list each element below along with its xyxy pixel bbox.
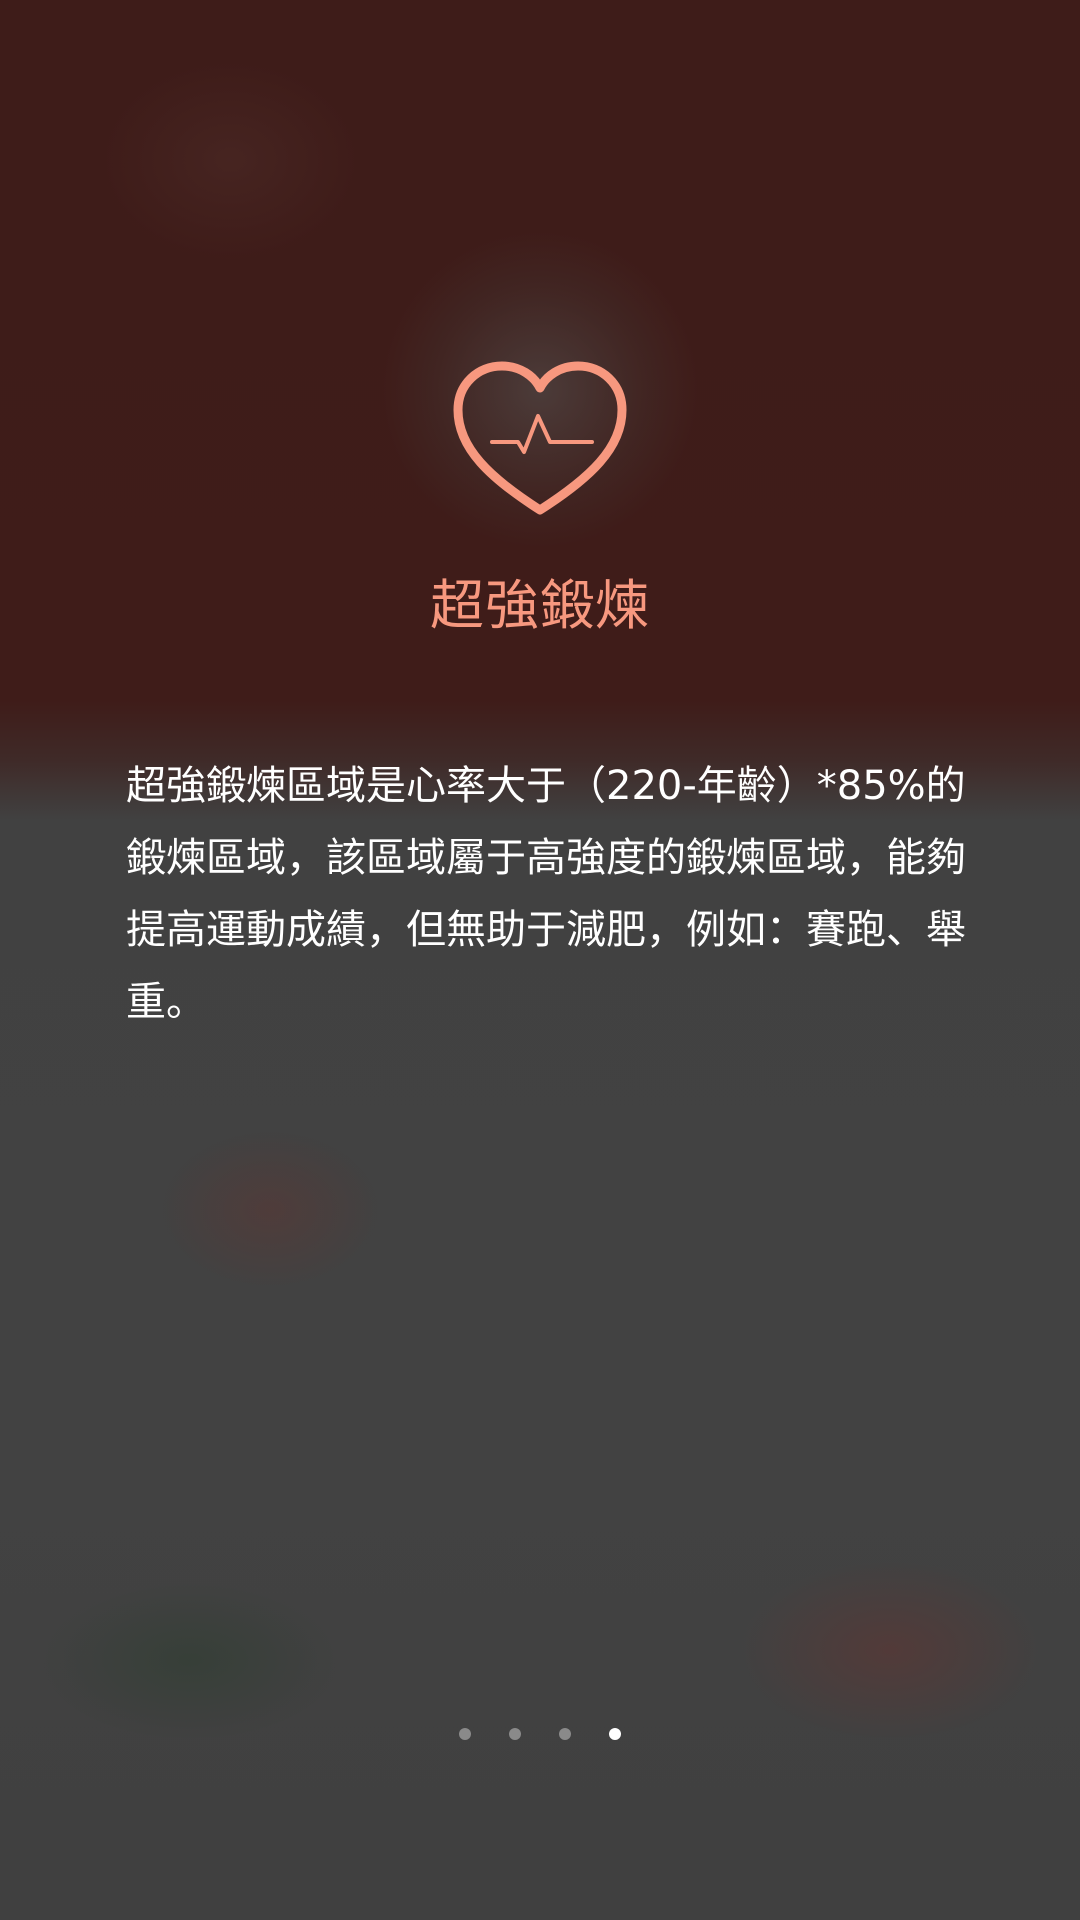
page-dot-1[interactable] [459,1728,471,1740]
page-dot-2[interactable] [509,1728,521,1740]
background-blur [100,60,360,260]
page-dot-3[interactable] [559,1728,571,1740]
description-text: 超強鍛煉區域是心率大于（220-年齡）*85%的鍛煉區域，該區域屬于高強度的鍛煉… [126,763,966,1025]
background-blur [160,1130,380,1290]
onboarding-screen: 超強鍛煉 超強鍛煉區域是心率大于（220-年齡）*85%的鍛煉區域，該區域屬于高… [0,0,1080,1920]
background-blur [40,1580,340,1740]
page-indicator[interactable] [0,1722,1080,1746]
heart-pulse-icon [453,361,627,515]
background-blur [740,1560,1040,1740]
page-dot-4-active[interactable] [609,1728,621,1740]
page-title: 超強鍛煉 [430,574,650,637]
